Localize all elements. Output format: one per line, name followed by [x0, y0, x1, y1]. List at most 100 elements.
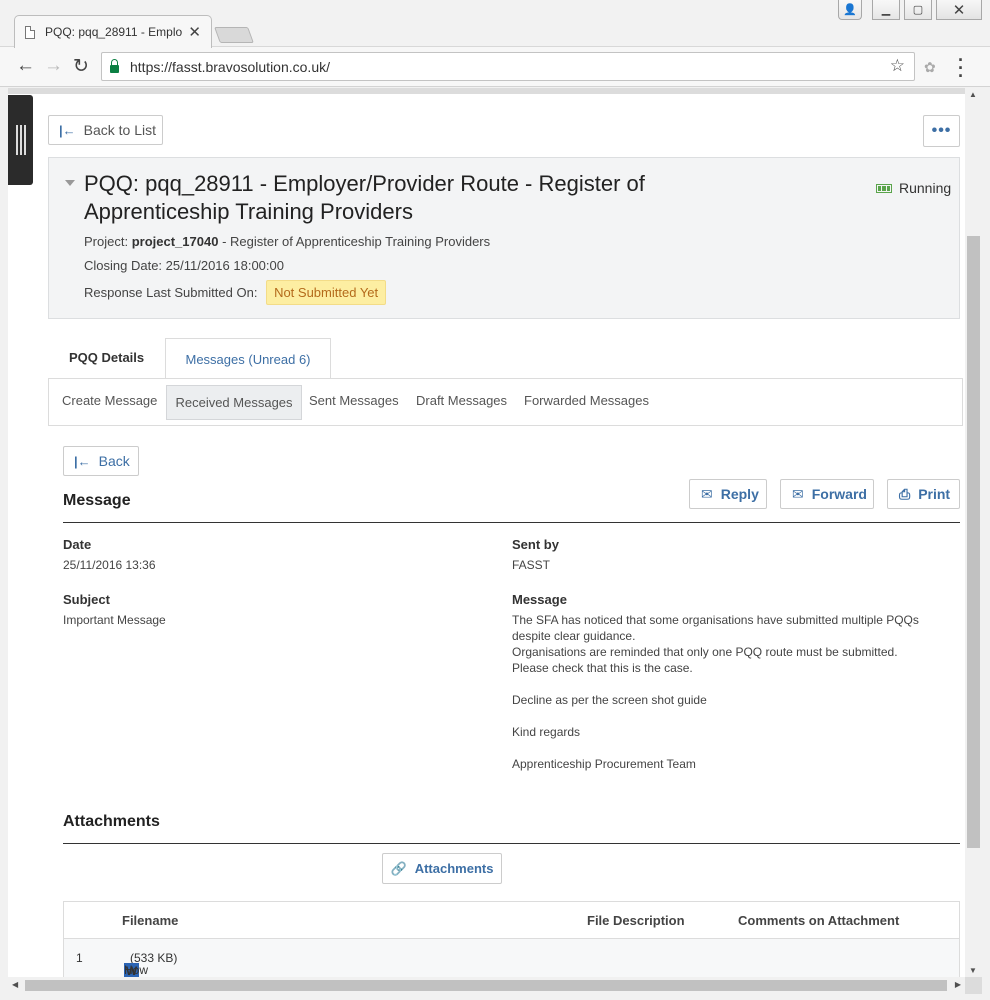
page-viewport: |← Back to List ••• PQQ: pqq_28911 - Emp… [8, 88, 965, 977]
forward-arrow-icon[interactable]: → [44, 55, 63, 77]
new-tab-button[interactable] [214, 27, 254, 43]
scroll-up-icon[interactable]: ▲ [969, 90, 977, 99]
back-arrow-icon[interactable]: ← [16, 55, 35, 77]
table-header: Filename File Description Comments on At… [64, 902, 959, 939]
message-line: Apprenticeship Procurement Team [512, 757, 696, 771]
date-value: 25/11/2016 13:36 [63, 558, 156, 572]
browser-menu-icon[interactable]: · · · [958, 51, 964, 85]
sent-by-value: FASST [512, 558, 551, 572]
message-line [512, 740, 952, 756]
message-heading: Message [63, 492, 131, 509]
message-line: despite clear guidance. [512, 629, 636, 643]
response-line: Response Last Submitted On: Not Submitte… [84, 280, 387, 305]
message-line: Decline as per the screen shot guide [512, 693, 707, 707]
attachments-button[interactable]: 🔗 Attachments [382, 853, 502, 884]
message-line: Organisations are reminded that only one… [512, 645, 898, 659]
project-name: - Register of Apprenticeship Training Pr… [222, 234, 491, 249]
window-controls: 👤 ▁ ▢ ✕ [838, 0, 982, 20]
scrollbar-corner [965, 977, 982, 994]
attachment-file[interactable]: W How Does a Bidder formally DECLINE to … [124, 951, 177, 977]
url-text: https://fasst.bravosolution.co.uk/ [130, 58, 330, 75]
message-divider [63, 522, 960, 523]
minimize-button[interactable]: ▁ [872, 0, 900, 20]
status-indicator: Running [876, 180, 951, 196]
subject-label: Subject [63, 592, 110, 607]
message-line: Kind regards [512, 725, 581, 739]
lock-icon [110, 58, 119, 73]
attachments-divider [63, 843, 960, 844]
reload-icon[interactable]: ↻ [73, 55, 89, 78]
subject-value: Important Message [63, 613, 166, 627]
side-panel-handle[interactable] [8, 95, 33, 185]
column-filename[interactable]: Filename [122, 913, 178, 928]
closing-date-label: Closing Date: [84, 258, 163, 273]
attachments-button-label: Attachments [414, 861, 494, 876]
status-text: Running [899, 180, 952, 196]
bookmark-star-icon[interactable]: ☆ [890, 56, 905, 76]
collapse-caret-icon[interactable] [65, 180, 75, 186]
closing-date-value: 25/11/2016 18:00:00 [165, 258, 284, 273]
paperclip-icon: 🔗 [390, 860, 407, 876]
tab-pqq-details[interactable]: PQQ Details [69, 350, 144, 365]
back-button[interactable]: |← Back [63, 446, 139, 476]
maximize-button[interactable]: ▢ [904, 0, 932, 20]
window-titlebar: PQQ: pqq_28911 - Emplo ✕ 👤 ▁ ▢ ✕ [0, 0, 990, 48]
subnav-draft-messages[interactable]: Draft Messages [416, 393, 507, 408]
attachment-filename: How Does a Bidder formally DECLINE to bi… [124, 963, 149, 977]
messages-subnav: Create Message Received Messages Sent Me… [48, 378, 963, 426]
project-line: Project: project_17040 - Register of App… [84, 234, 490, 249]
back-to-list-icon: |← [59, 122, 76, 138]
menu-bars-icon [15, 125, 26, 155]
horizontal-scroll-thumb[interactable] [25, 980, 947, 991]
tab-title: PQQ: pqq_28911 - Emplo [45, 25, 183, 39]
browser-tab[interactable]: PQQ: pqq_28911 - Emplo ✕ [14, 15, 212, 48]
column-file-description[interactable]: File Description [587, 913, 685, 928]
subnav-create-message[interactable]: Create Message [62, 393, 157, 408]
back-icon: |← [74, 453, 91, 469]
scroll-left-icon[interactable]: ◀ [12, 980, 18, 989]
sent-by-label: Sent by [512, 537, 559, 552]
project-code: project_17040 [131, 234, 219, 249]
subnav-sent-messages[interactable]: Sent Messages [309, 393, 399, 408]
horizontal-scrollbar[interactable]: ◀ ▶ [8, 977, 965, 994]
back-label: Back [98, 453, 130, 469]
page-icon [25, 25, 35, 39]
back-to-list-button[interactable]: |← Back to List [48, 115, 163, 145]
tab-close-icon[interactable]: ✕ [188, 23, 201, 41]
column-comments[interactable]: Comments on Attachment [738, 913, 899, 928]
browser-toolbar: ← → ↻ https://fasst.bravosolution.co.uk/… [0, 47, 990, 87]
pqq-title: PQQ: pqq_28911 - Employer/Provider Route… [84, 171, 645, 224]
subnav-received-messages[interactable]: Received Messages [166, 385, 302, 420]
project-label: Project: [84, 234, 129, 249]
back-to-list-label: Back to List [83, 122, 157, 138]
message-body: The SFA has noticed that some organisati… [512, 612, 952, 772]
message-body-label: Message [512, 592, 567, 607]
extension-icon[interactable]: ✿ [924, 59, 936, 76]
attachments-heading: Attachments [63, 813, 160, 830]
scroll-right-icon[interactable]: ▶ [955, 980, 961, 989]
pqq-summary-panel: PQQ: pqq_28911 - Employer/Provider Route… [48, 157, 960, 319]
message-line: Please check that this is the case. [512, 661, 693, 675]
status-badge: Not Submitted Yet [266, 280, 387, 305]
scroll-down-icon[interactable]: ▼ [969, 966, 977, 975]
user-profile-icon[interactable]: 👤 [838, 0, 862, 20]
more-options-button[interactable]: ••• [923, 115, 960, 147]
reply-envelope-icon: ✉ [701, 485, 713, 502]
table-row[interactable]: 1 W How Does a Bidder formally DECLINE t… [64, 939, 959, 977]
print-button[interactable]: ⎙ Print [887, 479, 960, 509]
reply-button[interactable]: ✉ Reply [689, 479, 767, 509]
message-line [512, 676, 952, 692]
forward-button[interactable]: ✉ Forward [780, 479, 874, 509]
message-line [512, 708, 952, 724]
main-tabs: PQQ Details Messages (Unread 6) [48, 338, 963, 380]
vertical-scroll-thumb[interactable] [967, 236, 980, 848]
tab-messages[interactable]: Messages (Unread 6) [165, 338, 331, 380]
close-window-button[interactable]: ✕ [936, 0, 982, 20]
row-index: 1 [76, 951, 83, 965]
address-bar[interactable]: https://fasst.bravosolution.co.uk/ ☆ [101, 52, 915, 81]
print-label: Print [918, 486, 951, 502]
forward-label: Forward [811, 486, 867, 502]
subnav-forwarded-messages[interactable]: Forwarded Messages [524, 393, 649, 408]
response-label: Response Last Submitted On: [84, 285, 258, 300]
vertical-scrollbar[interactable]: ▲ ▼ [965, 88, 982, 977]
